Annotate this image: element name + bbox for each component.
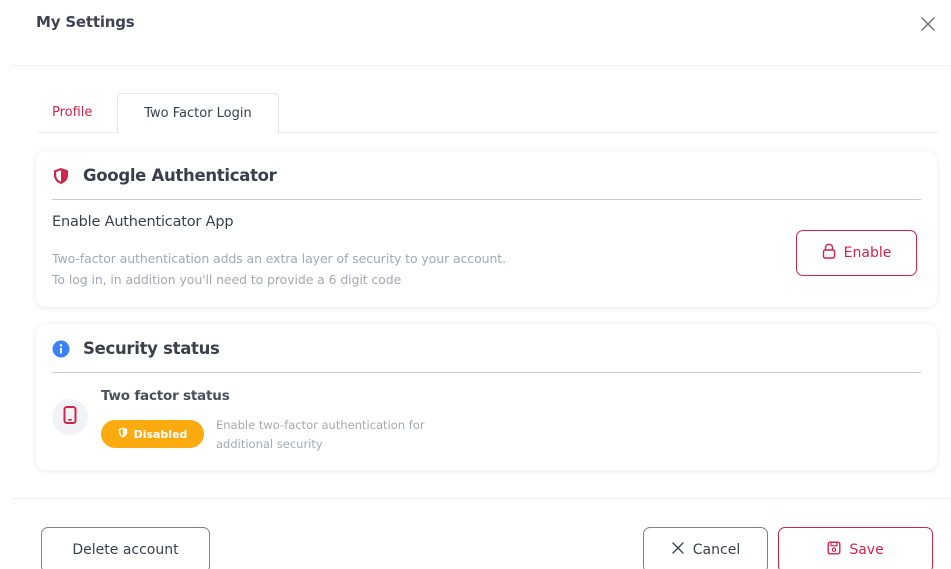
security-status-card: Security status Two factor status Disabl…: [36, 324, 937, 470]
info-icon: [52, 340, 70, 358]
tab-profile[interactable]: Profile: [52, 93, 92, 133]
modal-header: My Settings: [12, 0, 951, 66]
close-icon[interactable]: [917, 13, 939, 35]
save-label: Save: [849, 542, 884, 558]
delete-label: Delete account: [72, 542, 179, 558]
status-badge: Disabled: [101, 420, 204, 448]
shield-icon: [52, 167, 70, 185]
two-factor-status-title: Two factor status: [101, 388, 230, 404]
enable-button[interactable]: Enable: [796, 230, 917, 276]
save-button[interactable]: Save: [778, 527, 933, 569]
divider: [52, 199, 921, 200]
section-description: Two-factor authentication adds an extra …: [52, 248, 732, 290]
badge-label: Disabled: [133, 427, 188, 441]
settings-modal: My Settings Profile Two Factor Login Goo…: [0, 0, 951, 569]
shield-icon: [118, 427, 128, 441]
description-line: Two-factor authentication adds an extra …: [52, 251, 506, 266]
delete-account-button[interactable]: Delete account: [41, 527, 210, 569]
modal-title: My Settings: [36, 13, 135, 31]
phone-icon-wrapper: [52, 399, 88, 435]
status-description: Enable two-factor authentication for add…: [216, 418, 425, 451]
tab-two-factor-login[interactable]: Two Factor Login: [117, 93, 279, 134]
close-icon: [671, 541, 685, 559]
card-header: Google Authenticator: [52, 164, 922, 188]
google-authenticator-card: Google Authenticator Enable Authenticato…: [36, 151, 937, 307]
card-header: Security status: [52, 337, 922, 361]
footer-divider: [12, 498, 951, 499]
lock-icon: [822, 243, 836, 263]
description-line: To log in, in addition you'll need to pr…: [52, 272, 402, 287]
section-subtitle: Enable Authenticator App: [52, 214, 234, 230]
floppy-disk-icon: [827, 541, 841, 559]
enable-label: Enable: [843, 245, 892, 261]
tab-bar: Profile Two Factor Login: [38, 93, 938, 134]
cancel-label: Cancel: [692, 542, 741, 558]
card-title: Security status: [83, 339, 220, 358]
cancel-button[interactable]: Cancel: [643, 527, 768, 569]
divider: [52, 372, 921, 373]
phone-icon: [63, 406, 77, 428]
card-title: Google Authenticator: [83, 166, 277, 185]
